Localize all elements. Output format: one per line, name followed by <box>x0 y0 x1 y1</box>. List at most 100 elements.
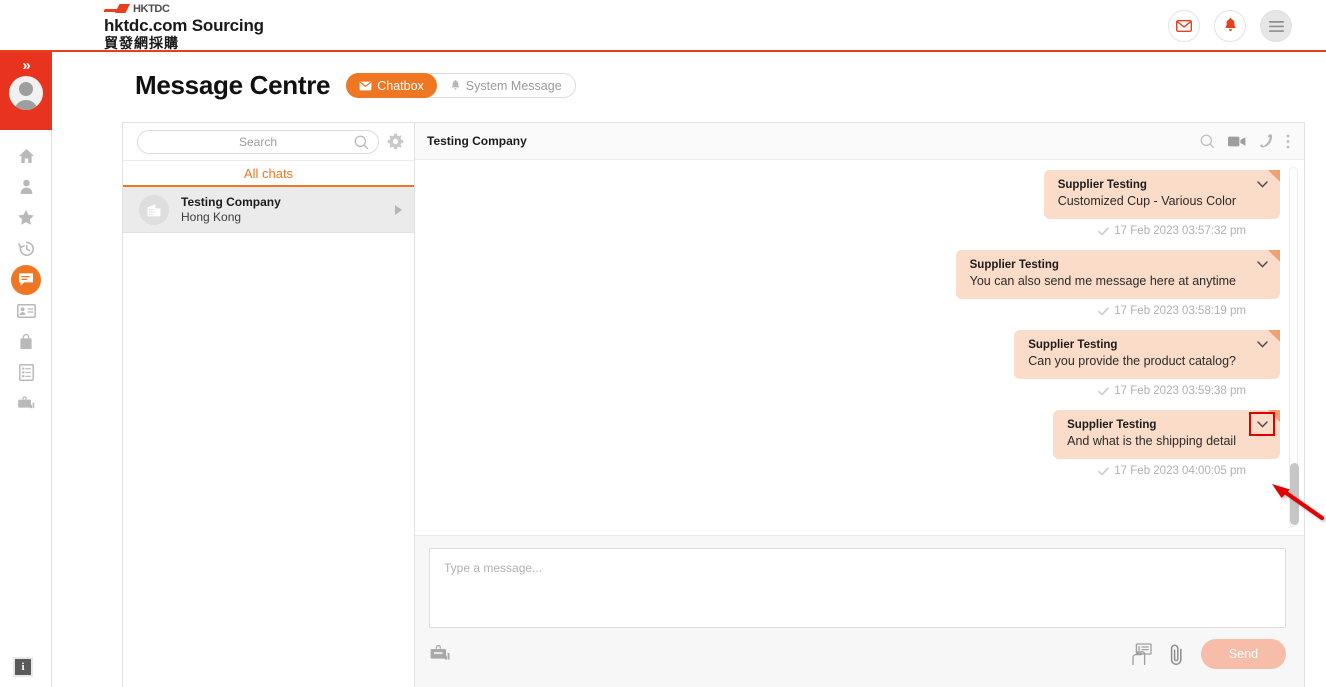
conversation-title: Testing Company <box>427 134 527 148</box>
message-options-chevron-down-icon[interactable] <box>1254 257 1270 271</box>
messages-area: Supplier Testing Customized Cup - Variou… <box>415 160 1304 535</box>
chat-list-item[interactable]: Testing Company Hong Kong <box>123 187 414 233</box>
sidebar-item-history[interactable] <box>0 233 52 264</box>
message-item: Supplier Testing You can also send me me… <box>435 250 1280 317</box>
tab-chatbox[interactable]: Chatbox <box>346 73 437 98</box>
hktdc-logo: HKTDC <box>104 3 264 15</box>
phone-call-button[interactable] <box>1259 133 1273 149</box>
message-bubble[interactable]: Supplier Testing Customized Cup - Variou… <box>1043 170 1280 219</box>
search-icon <box>1200 134 1215 148</box>
notification-bell-button[interactable] <box>1214 10 1246 42</box>
filter-all-chats[interactable]: All chats <box>123 161 414 187</box>
rail-items <box>0 140 52 419</box>
gear-icon <box>387 133 404 150</box>
phone-call-icon <box>1260 134 1272 148</box>
search-input[interactable] <box>138 133 378 150</box>
list-icon <box>18 364 34 381</box>
sidebar-item-messages[interactable] <box>0 264 52 295</box>
bag-icon <box>20 333 32 349</box>
briefcase-chart-icon <box>17 396 34 409</box>
message-bubble[interactable]: Supplier Testing You can also send me me… <box>955 250 1280 299</box>
tab-system-message[interactable]: System Message <box>437 73 575 98</box>
search-icon <box>354 135 369 155</box>
message-timestamp-row: 17 Feb 2023 04:00:05 pm <box>1098 465 1280 477</box>
search-field[interactable] <box>137 129 379 155</box>
bell-icon <box>451 79 460 90</box>
quick-reply-icon <box>1132 642 1152 665</box>
messages-scrollbar-thumb[interactable] <box>1290 463 1299 525</box>
message-centre-page: HKTDC hktdc.com Sourcing 貿發網採購 » i Messa… <box>0 0 1326 687</box>
message-timestamp-row: 17 Feb 2023 03:59:38 pm <box>1098 385 1280 397</box>
message-item: Supplier Testing Customized Cup - Variou… <box>435 170 1280 237</box>
mail-icon-button[interactable] <box>1168 10 1200 42</box>
message-sender: Supplier Testing <box>1067 419 1157 431</box>
sidebar-item-name-cards[interactable] <box>0 295 52 326</box>
conversation-header: Testing Company <box>415 123 1304 160</box>
avatar[interactable] <box>9 76 43 110</box>
send-button[interactable]: Send <box>1201 639 1286 669</box>
video-call-button[interactable] <box>1228 136 1246 147</box>
message-centre-shell: All chats Testing Company H <box>122 122 1305 687</box>
chat-settings-gear-button[interactable] <box>387 133 404 150</box>
delivered-check-icon <box>1098 226 1110 235</box>
more-options-button[interactable] <box>1286 134 1290 149</box>
message-timestamp: 17 Feb 2023 03:57:32 pm <box>1114 225 1246 237</box>
message-options-chevron-down-icon[interactable] <box>1249 412 1275 436</box>
message-timestamp: 17 Feb 2023 04:00:05 pm <box>1114 465 1246 477</box>
bell-icon <box>1224 18 1236 32</box>
briefcase-chart-icon <box>430 644 450 660</box>
history-icon <box>17 241 34 256</box>
message-text: Customized Cup - Various Color <box>1057 194 1236 208</box>
building-icon <box>147 203 161 216</box>
home-icon <box>18 148 34 163</box>
hktdc-logo-text: HKTDC <box>133 3 170 15</box>
message-bubble[interactable]: Supplier Testing And what is the shippin… <box>1053 410 1280 459</box>
message-sender: Supplier Testing <box>969 259 1059 271</box>
product-catalog-button[interactable] <box>429 644 453 664</box>
message-timestamp-row: 17 Feb 2023 03:57:32 pm <box>1098 225 1280 237</box>
sidebar-item-profile[interactable] <box>0 171 52 202</box>
tab-chatbox-label: Chatbox <box>377 78 424 93</box>
message-options-chevron-down-icon[interactable] <box>1254 177 1270 191</box>
delivered-check-icon <box>1098 306 1110 315</box>
attachment-icon <box>1170 644 1182 665</box>
message-item: Supplier Testing And what is the shippin… <box>435 410 1280 477</box>
compose-area: Send <box>415 535 1304 687</box>
sidebar-item-favourites[interactable] <box>0 202 52 233</box>
tab-system-message-label: System Message <box>465 78 562 93</box>
chat-icon <box>19 273 33 286</box>
hamburger-menu-button[interactable] <box>1260 10 1292 42</box>
top-header: HKTDC hktdc.com Sourcing 貿發網採購 <box>0 0 1326 52</box>
header-actions <box>1168 10 1292 42</box>
left-rail: » i <box>0 52 52 687</box>
compose-toolbar-right: Send <box>1131 639 1286 669</box>
message-text: Can you provide the product catalog? <box>1028 354 1236 368</box>
message-options-chevron-down-icon[interactable] <box>1254 337 1270 351</box>
mail-icon <box>1176 20 1192 32</box>
message-timestamp: 17 Feb 2023 03:58:19 pm <box>1114 305 1246 317</box>
info-button[interactable]: i <box>13 657 33 677</box>
compose-toolbar: Send <box>429 639 1286 669</box>
sidebar-item-orders[interactable] <box>0 357 52 388</box>
rail-user-block[interactable]: » <box>0 52 52 130</box>
message-text: You can also send me message here at any… <box>969 274 1236 288</box>
chat-list-item-location: Hong Kong <box>181 209 242 224</box>
conversation-search-button[interactable] <box>1200 134 1215 149</box>
mail-icon <box>359 81 372 90</box>
chevron-right-icon <box>395 204 402 215</box>
quick-reply-button[interactable] <box>1131 642 1152 666</box>
compose-toolbar-left <box>429 644 453 664</box>
chat-list-item-meta: Testing Company Hong Kong <box>181 195 395 225</box>
sidebar-item-trade-fairs[interactable] <box>0 388 52 419</box>
page-title: Message Centre <box>135 70 331 100</box>
sidebar-item-home[interactable] <box>0 140 52 171</box>
message-input[interactable] <box>442 559 1273 617</box>
conversation-panel: Testing Company Supplier Testing Customi… <box>415 123 1304 687</box>
sidebar-item-bag[interactable] <box>0 326 52 357</box>
messages-scrollbar[interactable] <box>1289 167 1299 527</box>
rail-expand-icon[interactable]: » <box>22 58 30 73</box>
message-bubble[interactable]: Supplier Testing Can you provide the pro… <box>1014 330 1280 379</box>
message-input-box[interactable] <box>429 548 1286 628</box>
chat-list-item-name: Testing Company <box>181 194 281 209</box>
attachment-button[interactable] <box>1168 643 1185 666</box>
